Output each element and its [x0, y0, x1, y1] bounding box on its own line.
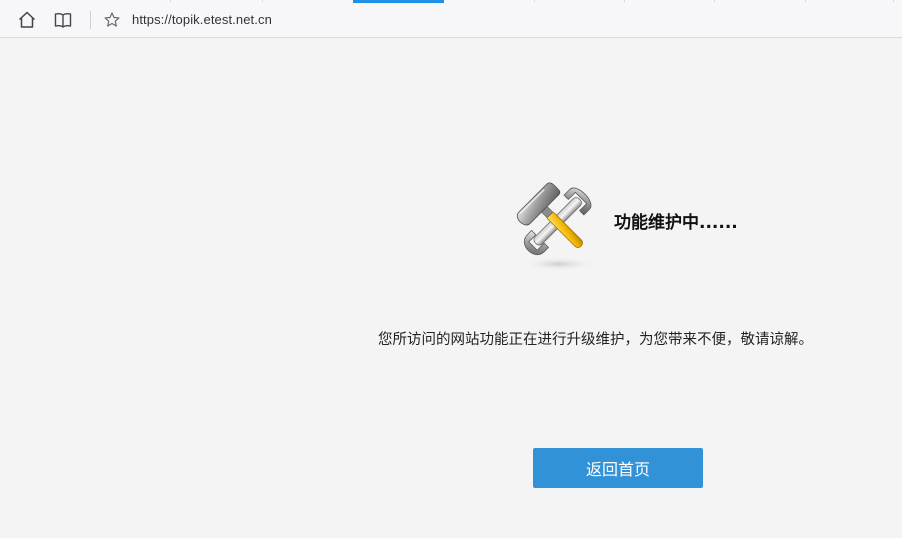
tab-separator [714, 0, 715, 2]
tab-strip [0, 0, 902, 3]
book-icon[interactable] [52, 9, 74, 31]
tab-separator [534, 0, 535, 2]
page-title: 功能维护中...... [614, 213, 738, 233]
tab-separator [805, 0, 806, 2]
tab-separator [893, 0, 894, 2]
maintenance-message: 您所访问的网站功能正在进行升级维护，为您带来不便，敬请谅解。 [378, 332, 813, 348]
wrench-hammer-icon [513, 176, 601, 272]
tab-separator [624, 0, 625, 2]
tab-separator [262, 0, 263, 2]
toolbar-divider [90, 11, 91, 29]
tab-separator [170, 0, 171, 2]
address-bar-url[interactable]: https://topik.etest.net.cn [132, 12, 272, 27]
star-icon[interactable] [102, 9, 122, 31]
return-home-button[interactable]: 返回首页 [533, 448, 703, 488]
browser-toolbar: https://topik.etest.net.cn [0, 0, 902, 38]
home-icon[interactable] [16, 9, 38, 31]
active-tab-indicator[interactable] [353, 0, 444, 3]
maintenance-page: 功能维护中...... 您所访问的网站功能正在进行升级维护，为您带来不便，敬请谅… [0, 38, 902, 538]
